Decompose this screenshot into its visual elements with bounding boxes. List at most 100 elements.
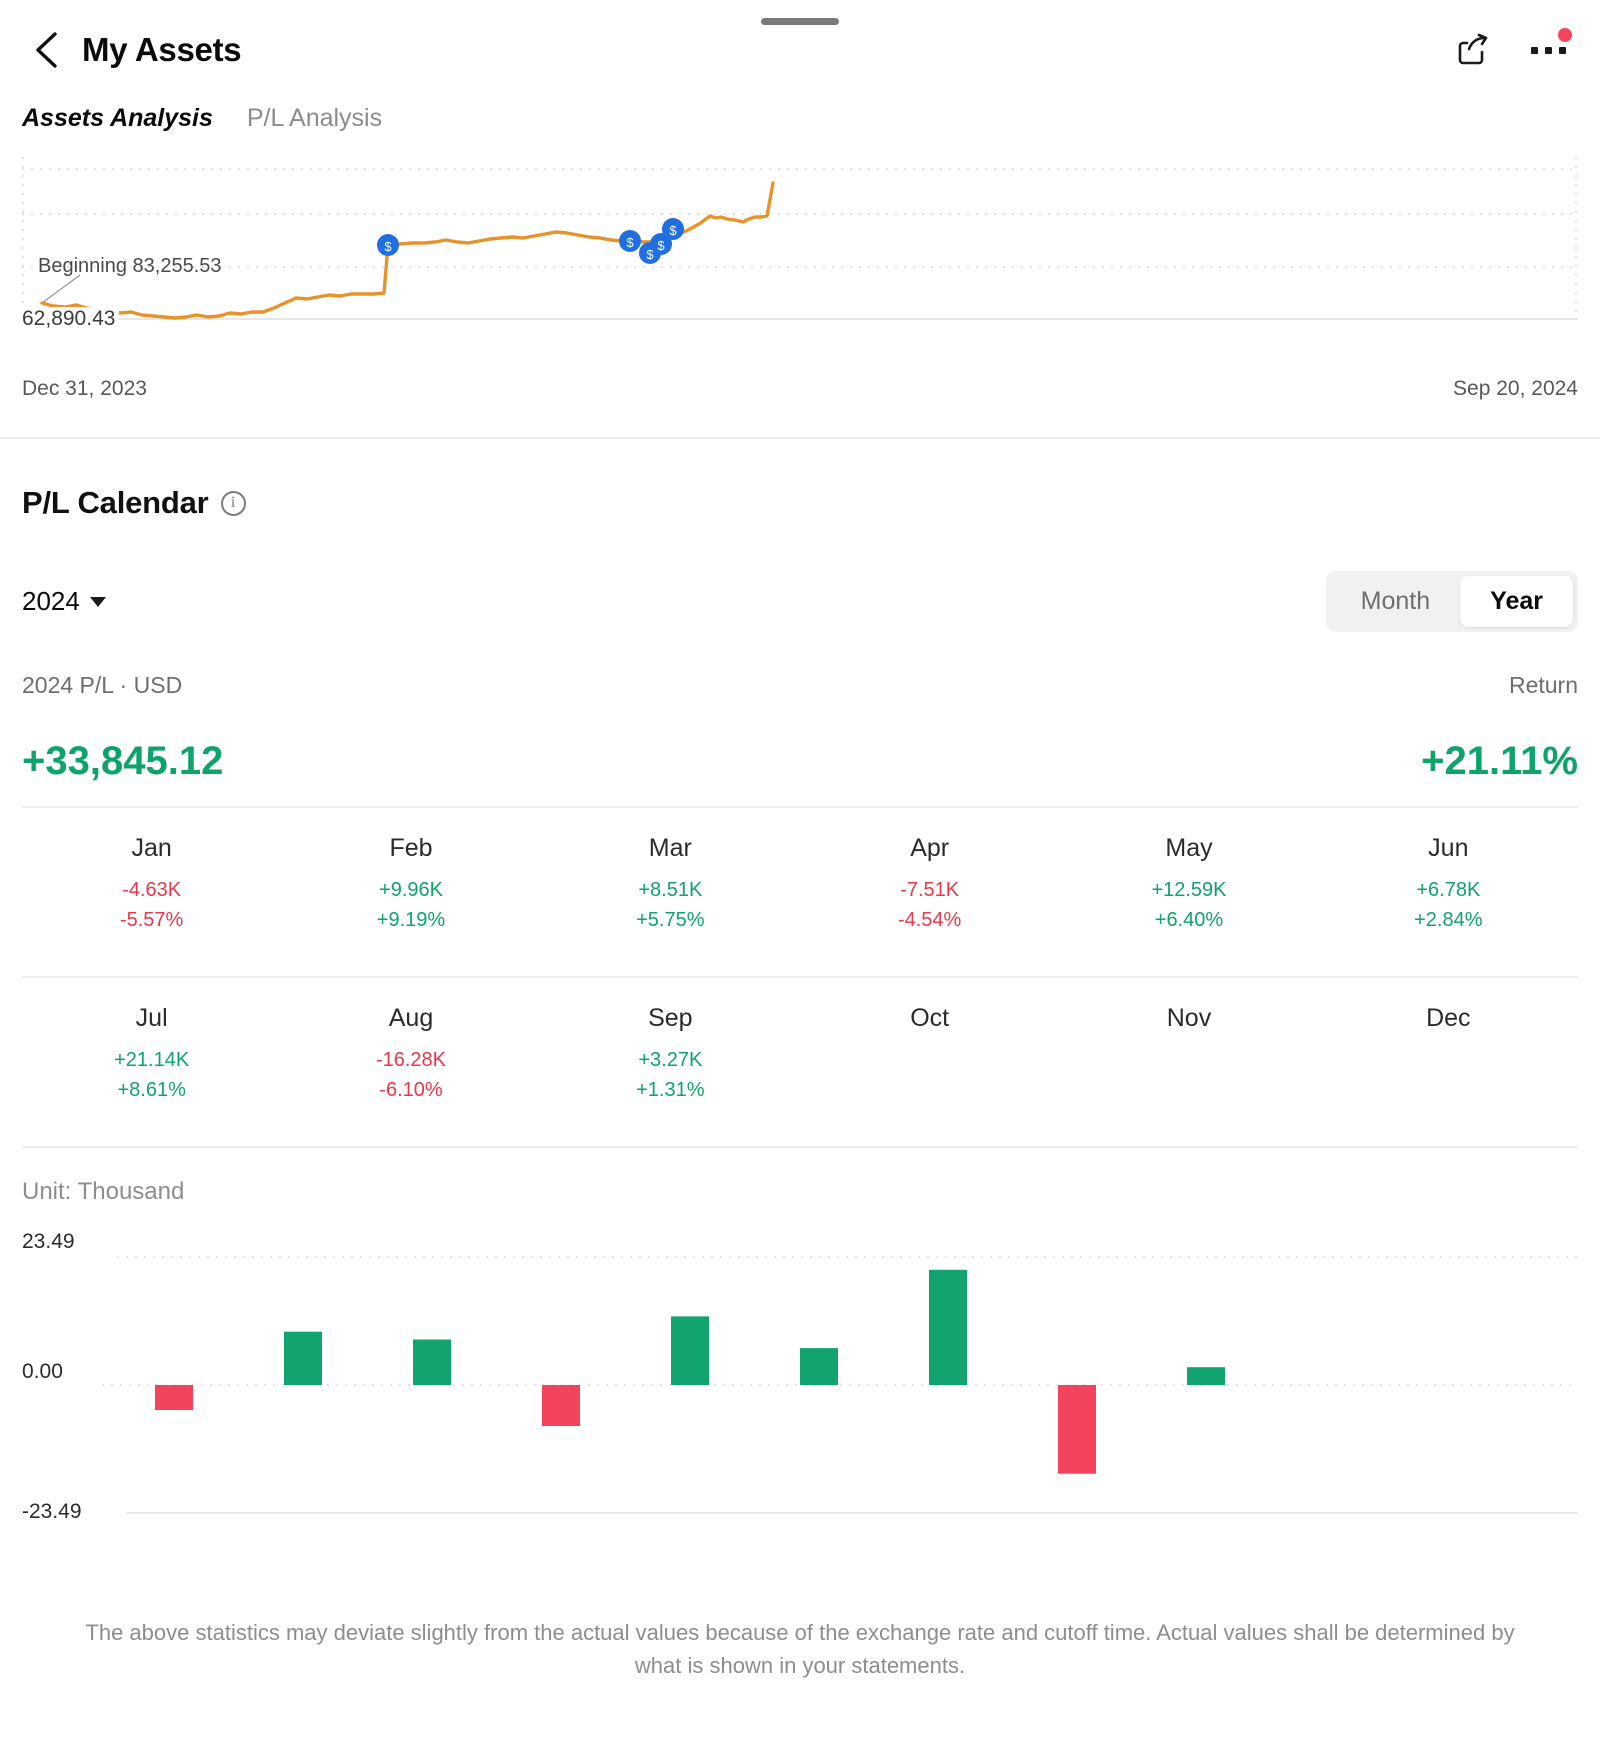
return-value: +21.11% [1421, 739, 1578, 783]
month-value: -7.51K [900, 879, 960, 901]
month-cell-may[interactable]: May +12.59K +6.40% [1059, 808, 1318, 954]
month-value: +8.51K [638, 879, 703, 901]
month-percent: +8.61% [117, 1079, 186, 1101]
chart-end-date: Sep 20, 2024 [1453, 377, 1578, 400]
months-grid-second-row: Jul +21.14K +8.61% Aug -16.28K -6.10% Se… [22, 978, 1578, 1124]
month-name: May [1165, 834, 1213, 862]
y-tick-zero: 0.00 [22, 1360, 63, 1383]
back-button[interactable] [24, 27, 70, 73]
month-percent: +9.19% [376, 909, 446, 931]
y-tick-max: 23.49 [22, 1230, 75, 1253]
share-icon [1458, 33, 1488, 65]
return-label: Return [1508, 672, 1578, 698]
year-selector[interactable]: 2024 [22, 586, 106, 617]
header-actions [1452, 28, 1576, 72]
bar-sep[interactable] [1187, 1367, 1225, 1385]
range-toggle-month[interactable]: Month [1331, 576, 1460, 627]
assets-chart-svg: $ $ $ $ $ [22, 157, 1578, 320]
transaction-marker-glyph: $ [669, 223, 677, 238]
pl-calendar-section: P/L Calendar i 2024 Month Year 2024 P/L … [0, 485, 1600, 1682]
month-cell-mar[interactable]: Mar +8.51K +5.75% [541, 808, 800, 954]
month-value: +3.27K [638, 1049, 703, 1071]
month-value: -4.63K [122, 879, 182, 901]
chart-start-date: Dec 31, 2023 [22, 377, 147, 400]
assets-line-chart[interactable]: $ $ $ $ $ Beginning 83,255.53 62,890.43 [0, 157, 1600, 357]
notification-badge-dot [1558, 28, 1572, 42]
bar-jan[interactable] [155, 1385, 193, 1410]
bar-apr[interactable] [542, 1385, 580, 1426]
share-button[interactable] [1452, 28, 1496, 72]
month-cell-jun[interactable]: Jun +6.78K +2.84% [1319, 808, 1578, 954]
month-name: Oct [910, 1004, 950, 1032]
bar-chart-svg: 23.49 0.00 -23.49 [22, 1230, 1578, 1523]
month-percent: -6.10% [379, 1079, 443, 1101]
month-percent: +2.84% [1414, 909, 1483, 931]
transaction-markers: $ $ $ $ $ [377, 218, 684, 264]
chevron-left-icon [36, 32, 57, 68]
info-icon[interactable]: i [220, 490, 246, 516]
month-value: -16.28K [375, 1049, 447, 1071]
pl-calendar-title: P/L Calendar [22, 485, 209, 520]
month-name: Feb [389, 834, 433, 862]
page-title: My Assets [82, 31, 242, 68]
month-cell-dec[interactable]: Dec [1319, 978, 1578, 1124]
annotation-leader-line [41, 274, 81, 304]
month-cell-aug[interactable]: Aug -16.28K -6.10% [281, 978, 540, 1124]
transaction-marker-glyph: $ [657, 238, 665, 253]
app-header: My Assets [0, 0, 1600, 100]
bar-jul[interactable] [929, 1269, 967, 1385]
transaction-marker-glyph: $ [384, 239, 392, 254]
chart-beginning-label: Beginning 83,255.53 [38, 255, 222, 277]
bar-may[interactable] [671, 1316, 709, 1385]
month-cell-nov[interactable]: Nov [1059, 978, 1318, 1124]
month-value: +12.59K [1151, 879, 1227, 901]
chevron-down-icon [89, 596, 106, 607]
month-cell-oct[interactable]: Oct [800, 978, 1059, 1124]
month-name: Dec [1426, 1004, 1471, 1032]
month-value: +9.96K [379, 879, 443, 901]
month-name: Jan [131, 834, 172, 862]
pl-calendar-header: P/L Calendar i [22, 485, 1578, 521]
chart-baseline-value: 62,890.43 [22, 307, 120, 331]
year-and-range-row: 2024 Month Year [22, 571, 1578, 632]
bar-feb[interactable] [284, 1331, 322, 1385]
tab-assets-analysis[interactable]: Assets Analysis [20, 104, 215, 139]
month-percent: +5.75% [636, 909, 705, 931]
tab-pl-analysis[interactable]: P/L Analysis [247, 104, 382, 139]
pl-summary-labels: 2024 P/L · USD Return [22, 672, 1578, 699]
pl-summary-values: +33,845.12 +21.11% [22, 739, 1578, 784]
range-toggle: Month Year [1325, 571, 1578, 632]
month-percent: +6.40% [1154, 909, 1224, 931]
month-name: Mar [648, 834, 692, 862]
month-name: Sep [648, 1004, 693, 1032]
more-options-button[interactable] [1526, 28, 1572, 72]
range-toggle-year[interactable]: Year [1460, 576, 1573, 627]
pl-value: +33,845.12 [22, 739, 224, 783]
month-value: +21.14K [114, 1049, 190, 1071]
month-percent: +1.31% [636, 1079, 705, 1101]
month-cell-sep[interactable]: Sep +3.27K +1.31% [541, 978, 800, 1124]
month-cell-apr[interactable]: Apr -7.51K -4.54% [800, 808, 1059, 954]
month-percent: -4.54% [897, 909, 962, 931]
month-cell-jul[interactable]: Jul +21.14K +8.61% [22, 978, 281, 1124]
months-grid: Jan -4.63K -5.57% Feb +9.96K +9.19% Mar … [22, 808, 1578, 954]
month-value: +6.78K [1416, 879, 1481, 901]
chart-date-range: Dec 31, 2023 Sep 20, 2024 [0, 377, 1600, 401]
bar-mar[interactable] [413, 1339, 451, 1386]
month-percent: -5.57% [119, 909, 184, 931]
y-tick-min: -23.49 [22, 1500, 82, 1523]
month-cell-feb[interactable]: Feb +9.96K +9.19% [281, 808, 540, 954]
divider [22, 1146, 1578, 1148]
month-name: Aug [388, 1004, 434, 1032]
more-horizontal-icon [1530, 46, 1566, 54]
month-cell-jan[interactable]: Jan -4.63K -5.57% [22, 808, 281, 954]
year-selector-label: 2024 [22, 586, 80, 616]
section-divider [0, 437, 1600, 439]
bar-aug[interactable] [1058, 1385, 1096, 1474]
month-name: Apr [910, 834, 950, 862]
pl-label: 2024 P/L · USD [22, 672, 183, 698]
analysis-tabs: Assets Analysis P/L Analysis [0, 104, 1600, 139]
footnote-disclaimer: The above statistics may deviate slightl… [85, 1620, 1515, 1678]
month-name: Jul [135, 1004, 168, 1032]
bar-jun[interactable] [800, 1348, 838, 1385]
